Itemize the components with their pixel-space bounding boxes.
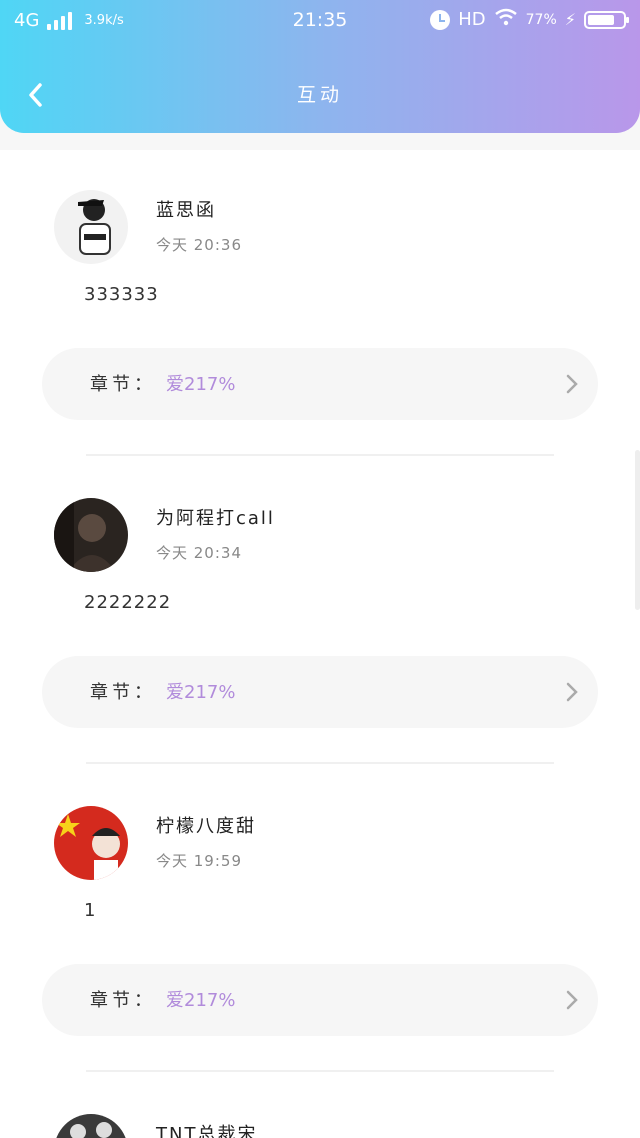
chevron-right-icon	[566, 682, 578, 702]
alarm-icon	[430, 9, 451, 30]
chapter-link[interactable]: 章节： 爱217%	[42, 656, 598, 728]
page-title: 互动	[296, 84, 343, 106]
username[interactable]: TNT总裁宋	[156, 1120, 257, 1138]
chapter-name: 爱217%	[166, 374, 236, 395]
timestamp: 今天 20:34	[156, 544, 242, 562]
divider	[86, 762, 554, 764]
chapter-label: 章节：	[90, 990, 156, 1011]
wifi-icon	[494, 8, 518, 31]
hd-label: HD	[458, 9, 486, 30]
divider	[86, 454, 554, 456]
username[interactable]: 蓝思函	[156, 196, 216, 222]
battery-fill	[588, 14, 614, 25]
chapter-link[interactable]: 章节： 爱217%	[42, 964, 598, 1036]
comment-text: 2222222	[84, 592, 172, 613]
chevron-right-icon	[566, 990, 578, 1010]
avatar[interactable]	[54, 806, 128, 880]
app-header: 4G 3.9k/s 21:35 HD 77% ⚡ 互动	[0, 0, 640, 133]
comment-text: 333333	[84, 284, 159, 305]
battery-percent: 77%	[525, 11, 557, 28]
battery-icon	[584, 10, 629, 29]
avatar[interactable]	[54, 498, 128, 572]
timestamp: 今天 20:36	[156, 236, 242, 254]
comment-item: TNT总裁宋	[0, 1074, 640, 1138]
chapter-name: 爱217%	[166, 682, 236, 703]
username[interactable]: 柠檬八度甜	[156, 812, 256, 838]
avatar[interactable]	[54, 190, 128, 264]
comment-item: 柠檬八度甜 今天 19:59 1 章节： 爱217%	[0, 766, 640, 1074]
comment-item: 蓝思函 今天 20:36 333333 章节： 爱217%	[0, 150, 640, 458]
scrollbar[interactable]	[635, 450, 640, 610]
username[interactable]: 为阿程打call	[156, 504, 275, 530]
chapter-label: 章节：	[90, 682, 156, 703]
avatar[interactable]	[54, 1114, 128, 1138]
chapter-link[interactable]: 章节： 爱217%	[42, 348, 598, 420]
charging-icon: ⚡	[564, 10, 576, 29]
comment-item: 为阿程打call 今天 20:34 2222222 章节： 爱217%	[0, 458, 640, 766]
divider	[86, 1070, 554, 1072]
chapter-label: 章节：	[90, 374, 156, 395]
chevron-right-icon	[566, 374, 578, 394]
status-bar: 4G 3.9k/s 21:35 HD 77% ⚡	[0, 0, 640, 42]
timestamp: 今天 19:59	[156, 852, 242, 870]
chapter-name: 爱217%	[166, 990, 236, 1011]
comment-list[interactable]: 蓝思函 今天 20:36 333333 章节： 爱217% 为阿程打call 今…	[0, 150, 640, 1138]
comment-text: 1	[84, 900, 97, 921]
